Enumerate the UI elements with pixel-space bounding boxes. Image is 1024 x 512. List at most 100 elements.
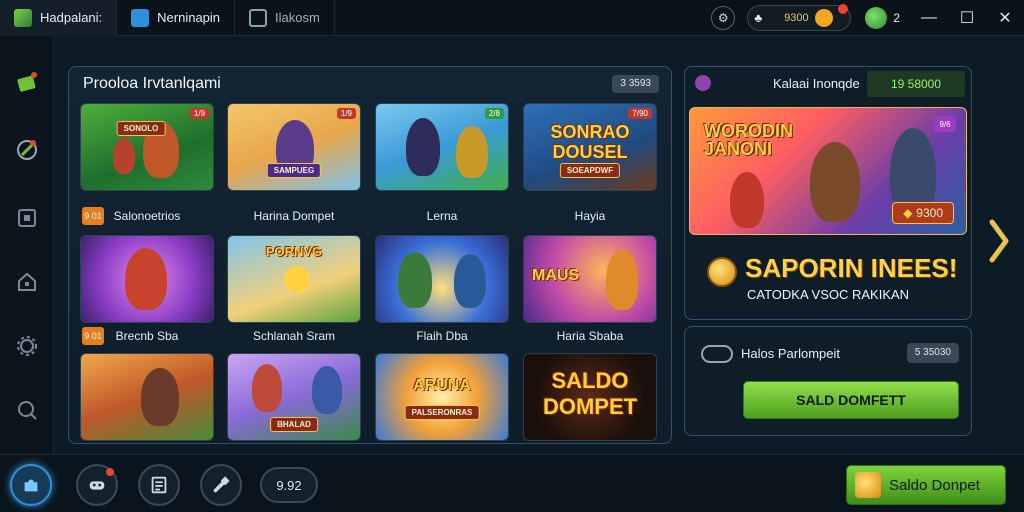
coin-value: 9300 (784, 12, 809, 24)
game-tile[interactable] (375, 235, 509, 323)
tile-banner: SONOLO (116, 121, 166, 136)
panel-title: Prooloa Irvtanlqami (83, 75, 221, 92)
promo-chip: 9/6 (934, 116, 956, 132)
game-tile[interactable]: SAMPUEG 1/9 (227, 103, 361, 191)
game-title[interactable]: Schlanah Sram (227, 329, 361, 343)
wrench-icon (213, 476, 230, 493)
wallet-label: Halos Parlompeit (741, 346, 840, 361)
cta-label: Saldo Donpet (889, 476, 980, 494)
game-title[interactable]: Lerna (375, 209, 509, 223)
cog-icon (17, 336, 37, 356)
coin-balance[interactable]: ♣ 9300 (747, 4, 852, 31)
notification-dot (838, 4, 849, 14)
tab-home[interactable]: Hadpalani: (0, 0, 118, 36)
coin-icon (814, 9, 833, 27)
promo-icon (695, 75, 711, 91)
promo-price[interactable]: ◆ 9300 (892, 202, 954, 224)
game-tile[interactable]: BHALAD (227, 353, 361, 441)
game-title[interactable]: Haria Sbaba (523, 329, 657, 343)
news-button[interactable] (138, 464, 180, 506)
tile-banner: SOEAPDWF (559, 163, 621, 178)
game-tile[interactable]: 2/8 (375, 103, 509, 191)
house-icon (18, 272, 36, 291)
wallet-icon (701, 345, 733, 363)
gear-icon[interactable]: ⚙ (711, 6, 736, 30)
chevron-right-icon[interactable] (988, 218, 1010, 264)
version-pill[interactable]: 9.92 (260, 467, 318, 503)
saldo-dompet-button[interactable]: SALD DOMFETT (743, 381, 959, 419)
game-tile[interactable] (80, 353, 214, 441)
game-tile[interactable] (80, 235, 214, 323)
title-bar: Hadpalani: Nerninapin Ilakosm ⚙ ♣ 9300 2… (0, 0, 1024, 36)
game-tile[interactable]: PORNVG (227, 235, 361, 323)
game-tile[interactable]: SONOLO 1/9 (80, 103, 214, 191)
gem-count: 2 (893, 11, 900, 25)
tile-banner: PALSERONRAS (404, 405, 480, 420)
promo-header: Kalaai Inonqde 19 58000 (685, 67, 971, 101)
promo-panel: Kalaai Inonqde 19 58000 WORODIN JANONI 9… (684, 66, 972, 320)
game-title[interactable]: Flaih Dba (375, 329, 509, 343)
document-icon (151, 476, 167, 494)
game-title[interactable]: Hayia (523, 209, 657, 223)
game-tile[interactable]: SONRAO DOUSEL SOEAPDWF 7/90 (523, 103, 657, 191)
bottom-bar: 9.92 Saldo Donpet (0, 454, 1024, 512)
close-button[interactable]: ✕ (986, 0, 1024, 36)
wallet-panel: Halos Parlompeit 5 35030 SALD DOMFETT (684, 326, 972, 436)
sidebar-item-settings[interactable] (11, 330, 43, 362)
tile-logo-text: SONRAO DOUSEL (550, 122, 630, 162)
tile-logo-text: ARUNA (413, 377, 471, 394)
tile-logo-text: SALDO DOMPET (542, 368, 638, 419)
sidebar-item-store[interactable] (11, 66, 43, 98)
star-icon: ◆ (903, 206, 913, 220)
minimize-button[interactable]: — (910, 0, 948, 36)
maximize-button[interactable]: ☐ (948, 0, 986, 36)
tile-tag: 7/90 (628, 108, 652, 119)
tab-label: Nerninapin (157, 10, 221, 25)
sidebar-item-tools[interactable] (11, 134, 43, 166)
clover-icon: ♣ (754, 11, 763, 25)
tile-logo-text: MAUS (532, 267, 580, 284)
tile-tag: 1/9 (189, 108, 209, 119)
promo-subtitle: CATODKA VSOC RAKIKAN (747, 287, 910, 302)
sidebar-item-window[interactable] (11, 202, 43, 234)
tab-third[interactable]: Ilakosm (235, 0, 335, 36)
gem-icon[interactable] (865, 7, 888, 29)
saldo-dompet-cta[interactable]: Saldo Donpet (846, 465, 1006, 505)
coin-icon (707, 257, 737, 287)
promo-label: Kalaai Inonqde (773, 76, 860, 91)
sidebar-item-search[interactable] (11, 394, 43, 426)
window-icon (131, 8, 150, 27)
frame-icon (249, 8, 268, 27)
tab-label: Hadpalani: (40, 10, 103, 25)
tile-count-badge: 9 01 (82, 327, 104, 345)
gift-icon (17, 72, 37, 92)
tile-banner: BHALAD (270, 417, 318, 432)
games-button[interactable] (76, 464, 118, 506)
titlebar-controls: ⚙ ♣ 9300 2 — ☐ ✕ (711, 0, 1024, 36)
search-icon (18, 401, 37, 420)
game-tile[interactable]: SALDO DOMPET (523, 353, 657, 441)
tab-second[interactable]: Nerninapin (117, 0, 236, 36)
tile-tag: 2/8 (484, 108, 504, 119)
game-tile[interactable]: MAUS (523, 235, 657, 323)
game-library-panel: Prooloa Irvtanlqami 3 3593 SONOLO 1/9 SA… (68, 66, 672, 444)
tools-button[interactable] (200, 464, 242, 506)
square-icon (18, 209, 36, 227)
wallet-value: 5 35030 (906, 343, 959, 363)
app-logo-icon (14, 8, 32, 27)
tile-count-badge: 9 01 (82, 207, 104, 225)
home-button[interactable] (10, 464, 52, 506)
left-sidebar (0, 36, 54, 454)
game-tile[interactable]: ARUNA PALSERONRAS (375, 353, 509, 441)
promo-banner[interactable]: WORODIN JANONI 9/6 ◆ 9300 (689, 107, 967, 235)
promo-art-title: WORODIN JANONI (704, 121, 793, 159)
tile-logo-text: PORNVG (265, 244, 323, 259)
game-title[interactable]: Harina Dompet (227, 209, 361, 223)
coin-bag-icon (855, 472, 881, 498)
promo-balance: 19 58000 (867, 71, 965, 97)
promo-price-value: 9300 (916, 206, 943, 220)
notification-dot (106, 468, 114, 476)
pen-icon (17, 140, 37, 160)
sidebar-item-home[interactable] (11, 266, 43, 298)
tab-label: Ilakosm (275, 10, 320, 25)
